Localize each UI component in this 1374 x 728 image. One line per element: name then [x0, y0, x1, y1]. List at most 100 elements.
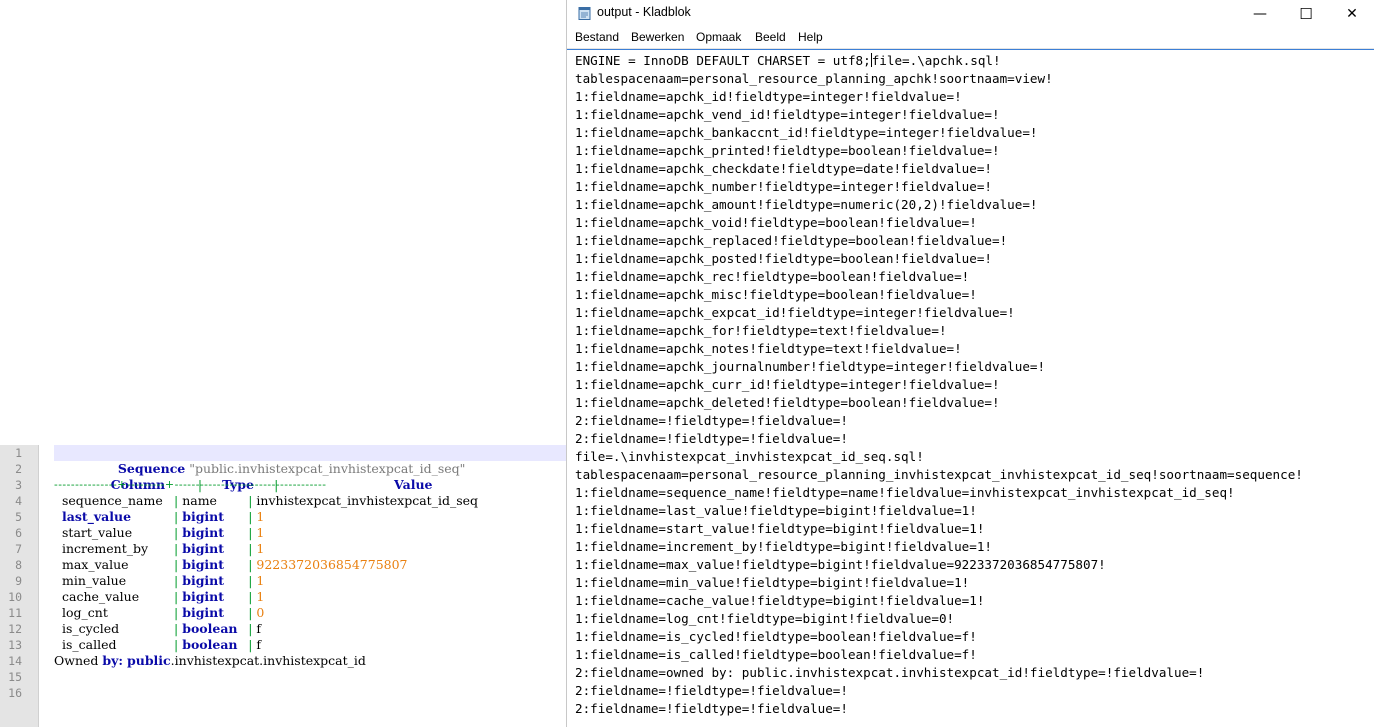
text-line: 1:fieldname=apchk_misc!fieldtype=boolean… [575, 287, 977, 302]
text-line: 1:fieldname=apchk_void!fieldtype=boolean… [575, 215, 977, 230]
row-value: 1 [256, 573, 265, 588]
text-line: 1:fieldname=apchk_curr_id!fieldtype=inte… [575, 377, 1000, 392]
window-title: output - Kladblok [597, 5, 691, 19]
row-type: bigint [182, 509, 225, 524]
minimize-icon: — [1253, 5, 1267, 22]
sequence-row: sequence_name | name | invhistexpcat_invhi… [62, 493, 479, 508]
text-line: 2:fieldname=!fieldtype=!fieldvalue=! [575, 701, 848, 716]
line-number: 9 [15, 574, 22, 588]
line-number: 11 [8, 606, 22, 620]
menu-bewerken[interactable]: Bewerken [631, 30, 684, 44]
row-column: sequence_name [62, 493, 163, 508]
menu-help[interactable]: Help [798, 30, 823, 44]
owned-by-line: Owned by: public.invhistexpcat.invhistex… [54, 653, 366, 669]
text-after-caret: file=.\apchk.sql! [871, 53, 1001, 68]
editor-code-area[interactable]: Sequence "public.invhistexpcat_invhistex… [40, 445, 566, 727]
text-line: 1:fieldname=apchk_journalnumber!fieldtyp… [575, 359, 1046, 374]
sequence-row: cache_value | bigint | 1 [62, 589, 265, 604]
text-line: tablespacenaam=personal_resource_plannin… [575, 71, 1053, 86]
menu-bestand[interactable]: Bestand [575, 30, 619, 44]
line-number: 10 [8, 590, 22, 604]
line-number-gutter: 1 2 3 4 5 6 7 8 9 10 11 12 13 14 15 16 [0, 445, 39, 727]
row-column: increment_by [62, 541, 149, 556]
row-type: boolean [182, 621, 238, 636]
row-type: bigint [182, 589, 225, 604]
sequence-title-line: Sequence "public.invhistexpcat_invhistex… [54, 445, 566, 476]
row-value: f [256, 637, 262, 652]
line-number: 6 [15, 526, 22, 540]
row-value: f [256, 621, 262, 636]
line-number: 7 [15, 542, 22, 556]
sql-editor[interactable]: 1 2 3 4 5 6 7 8 9 10 11 12 13 14 15 16 Sequence "public… [0, 445, 566, 727]
row-value: 1 [256, 509, 265, 524]
text-line: 1:fieldname=last_value!fieldtype=bigint!… [575, 503, 977, 518]
menu-opmaak[interactable]: Opmaak [696, 30, 741, 44]
notepad-window: output - Kladblok — ☐ ✕ Bestand Bewerken… [566, 0, 1374, 727]
line-number: 3 [15, 478, 22, 492]
menu-beeld[interactable]: Beeld [755, 30, 786, 44]
owned-schema: public [126, 653, 171, 668]
row-type: bigint [182, 557, 225, 572]
text-line: 1:fieldname=start_value!fieldtype=bigint… [575, 521, 985, 536]
row-type: name [182, 493, 217, 508]
text-line: ENGINE = InnoDB DEFAULT CHARSET = utf8;f… [575, 52, 1001, 70]
text-line: 1:fieldname=apchk_amount!fieldtype=numer… [575, 197, 1038, 212]
text-line: 1:fieldname=increment_by!fieldtype=bigin… [575, 539, 993, 554]
line-number: 15 [8, 670, 22, 684]
row-value: 1 [256, 589, 265, 604]
text-line: 1:fieldname=apchk_printed!fieldtype=bool… [575, 143, 1000, 158]
text-line: 1:fieldname=apchk_for!fieldtype=text!fie… [575, 323, 947, 338]
owned-object: .invhistexpcat.invhistexpcat_id [170, 653, 366, 668]
text-line: 1:fieldname=apchk_number!fieldtype=integ… [575, 179, 993, 194]
row-type: bigint [182, 573, 225, 588]
text-line: 1:fieldname=apchk_deleted!fieldtype=bool… [575, 395, 1000, 410]
text-line: 1:fieldname=log_cnt!fieldtype=bigint!fie… [575, 611, 955, 626]
sequence-row: log_cnt | bigint | 0 [62, 605, 265, 620]
text-line: 1:fieldname=apchk_notes!fieldtype=text!f… [575, 341, 962, 356]
sequence-row: is_called | boolean | f [62, 637, 262, 652]
text-area[interactable]: ENGINE = InnoDB DEFAULT CHARSET = utf8;f… [567, 49, 1374, 728]
text-line: 1:fieldname=sequence_name!fieldtype=name… [575, 485, 1235, 500]
row-type: bigint [182, 541, 225, 556]
row-column: log_cnt [62, 605, 108, 620]
row-column: min_value [62, 573, 127, 588]
text-line: 1:fieldname=apchk_expcat_id!fieldtype=in… [575, 305, 1015, 320]
row-column: last_value [62, 509, 132, 524]
sequence-row: last_value | bigint | 1 [62, 509, 265, 524]
column-header-line: Column | Type | Value [54, 461, 548, 492]
text-line: 1:fieldname=min_value!fieldtype=bigint!f… [575, 575, 970, 590]
line-number: 4 [15, 494, 22, 508]
sequence-row: start_value | bigint | 1 [62, 525, 265, 540]
row-value: 1 [256, 541, 265, 556]
sequence-row: max_value | bigint | 9223372036854775807 [62, 557, 408, 572]
title-bar[interactable]: output - Kladblok — ☐ ✕ [567, 0, 1374, 27]
menu-bar: Bestand Bewerken Opmaak Beeld Help [567, 28, 1374, 49]
minimize-button[interactable]: — [1237, 0, 1283, 27]
line-number: 14 [8, 654, 22, 668]
line-number: 2 [15, 462, 22, 476]
text-line: 1:fieldname=apchk_posted!fieldtype=boole… [575, 251, 993, 266]
text-line: 1:fieldname=apchk_vend_id!fieldtype=inte… [575, 107, 1000, 122]
text-line: 1:fieldname=apchk_replaced!fieldtype=boo… [575, 233, 1008, 248]
row-column: cache_value [62, 589, 140, 604]
row-value: 0 [256, 605, 265, 620]
line-number: 5 [15, 510, 22, 524]
row-column: is_called [62, 637, 117, 652]
row-type: boolean [182, 637, 238, 652]
text-before-caret: ENGINE = InnoDB DEFAULT CHARSET = utf8; [575, 53, 871, 68]
owned-label: Owned [54, 653, 103, 668]
sequence-row: is_cycled | boolean | f [62, 621, 262, 636]
owned-by-keyword: by: [102, 653, 123, 668]
sequence-row: min_value | bigint | 1 [62, 573, 265, 588]
row-type: bigint [182, 525, 225, 540]
row-value: 9223372036854775807 [256, 557, 408, 572]
row-column: start_value [62, 525, 133, 540]
row-column: is_cycled [62, 621, 120, 636]
text-line: tablespacenaam=personal_resource_plannin… [575, 467, 1303, 482]
text-line: 1:fieldname=max_value!fieldtype=bigint!f… [575, 557, 1106, 572]
maximize-button[interactable]: ☐ [1283, 0, 1329, 27]
close-button[interactable]: ✕ [1329, 0, 1374, 27]
row-type: bigint [182, 605, 225, 620]
maximize-icon: ☐ [1299, 4, 1313, 23]
line-number: 8 [15, 558, 22, 572]
